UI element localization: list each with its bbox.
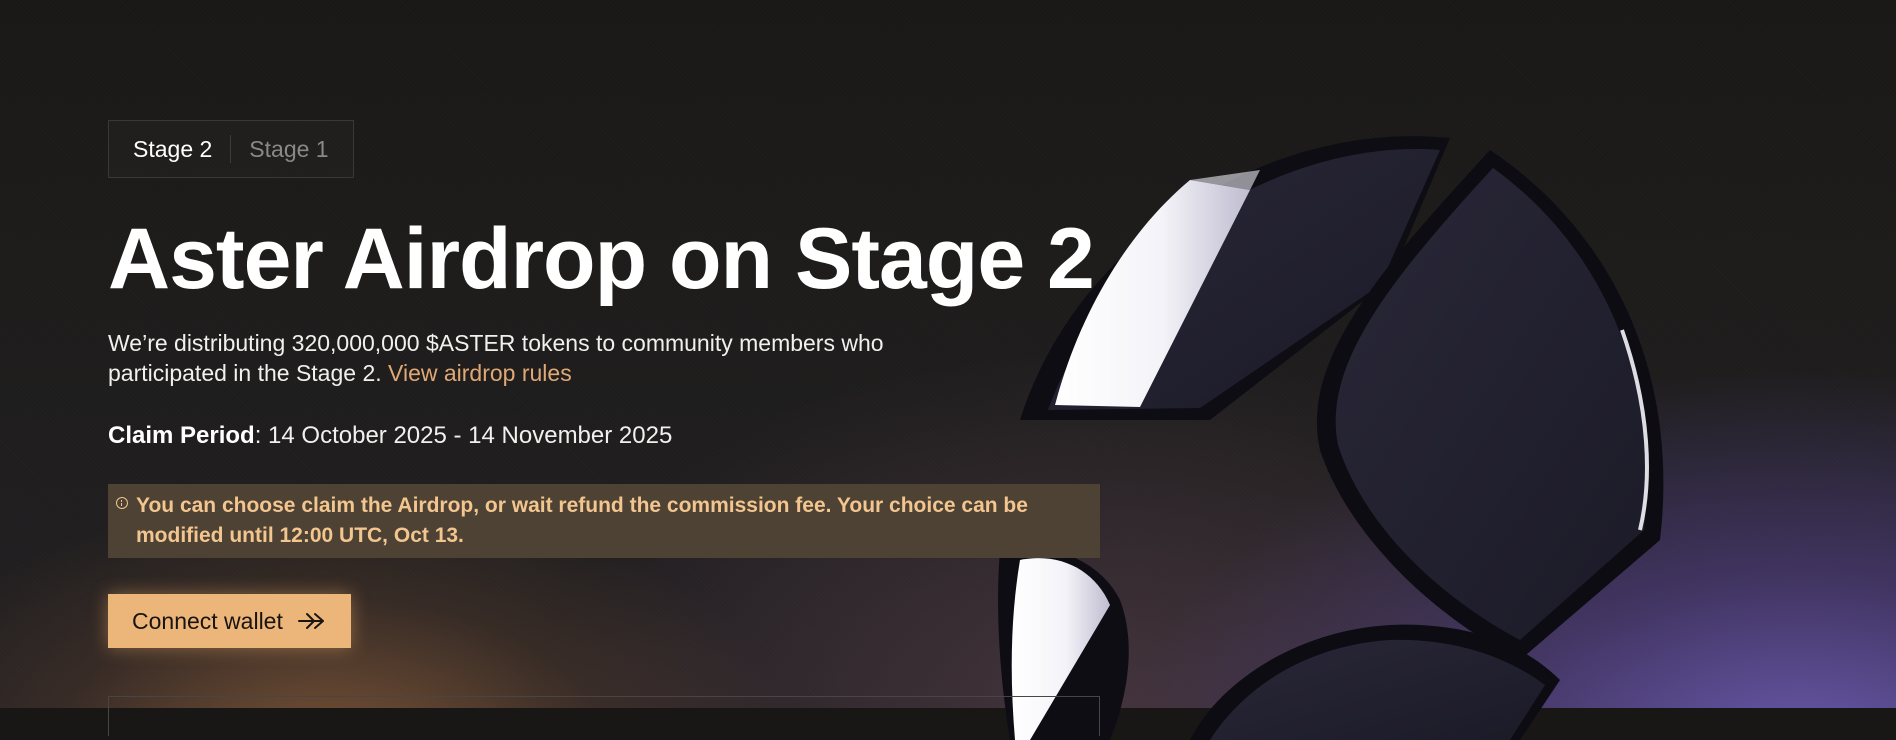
hero-section: Stage 2 Stage 1 Aster Airdrop on Stage 2… bbox=[108, 120, 1108, 648]
connect-wallet-label: Connect wallet bbox=[132, 607, 283, 634]
tab-stage-2[interactable]: Stage 2 bbox=[133, 136, 212, 163]
notice-text: You can choose claim the Airdrop, or wai… bbox=[136, 494, 1028, 547]
airdrop-description: We’re distributing 320,000,000 $ASTER to… bbox=[108, 328, 928, 388]
claim-period-label: Claim Period bbox=[108, 422, 255, 449]
claim-period-value: : 14 October 2025 - 14 November 2025 bbox=[254, 422, 673, 449]
tab-stage-1[interactable]: Stage 1 bbox=[249, 136, 328, 163]
info-icon bbox=[116, 497, 128, 509]
claim-period: Claim Period: 14 October 2025 - 14 Novem… bbox=[108, 422, 1108, 450]
notice-banner: You can choose claim the Airdrop, or wai… bbox=[108, 484, 1100, 558]
tab-divider bbox=[230, 135, 232, 163]
view-airdrop-rules-link[interactable]: View airdrop rules bbox=[388, 360, 572, 386]
stage-tabs: Stage 2 Stage 1 bbox=[108, 120, 354, 178]
bottom-panel bbox=[108, 696, 1100, 736]
page-title: Aster Airdrop on Stage 2 bbox=[108, 211, 1095, 307]
connect-wallet-button[interactable]: Connect wallet bbox=[108, 594, 351, 648]
arrow-right-icon bbox=[297, 611, 327, 631]
